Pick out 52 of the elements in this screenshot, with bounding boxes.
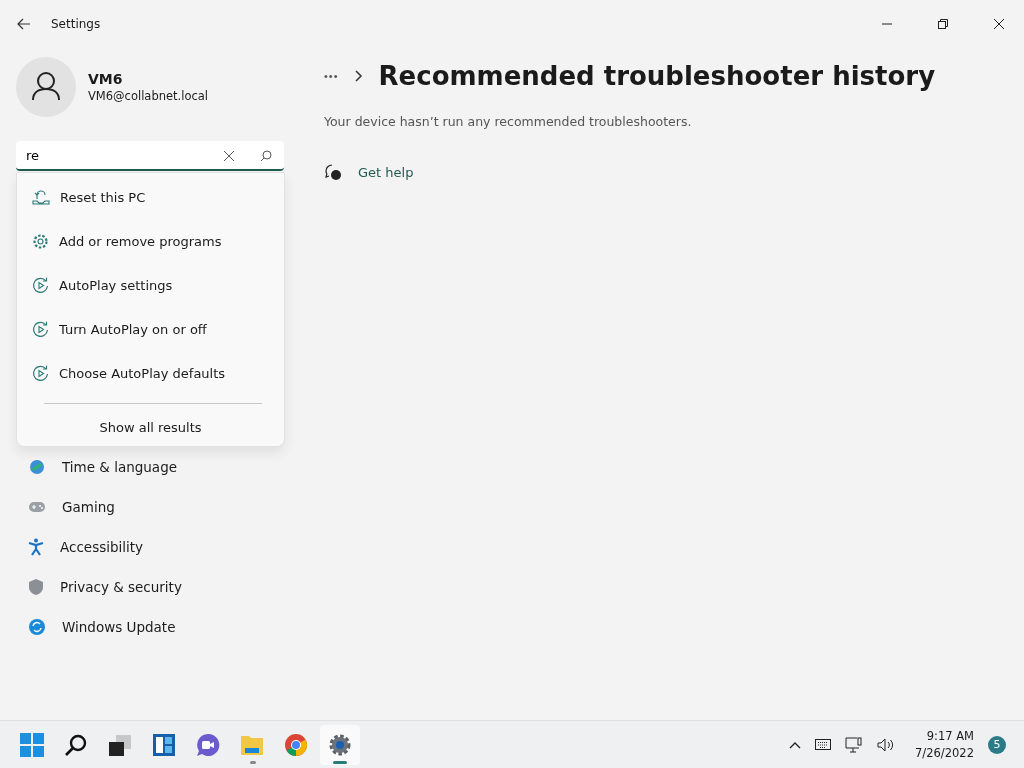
help-icon <box>324 163 342 181</box>
chevron-icon <box>354 70 363 82</box>
update-icon <box>28 618 46 636</box>
close-icon[interactable] <box>994 19 1004 29</box>
taskbar-app[interactable] <box>320 724 360 765</box>
status-message: Your device hasn’t run any recommended troubleshooters. <box>324 114 693 129</box>
get-help-link[interactable]: Get help <box>358 164 414 180</box>
widgets-icon <box>152 732 176 757</box>
nav-item[interactable]: Gaming <box>16 487 300 527</box>
keyboard-icon[interactable] <box>815 739 832 750</box>
network-icon[interactable] <box>845 736 864 753</box>
show-all-results-button[interactable]: Show all results <box>17 410 284 444</box>
search-icon <box>64 732 88 757</box>
browser-icon <box>284 732 308 757</box>
autoplay-icon <box>32 364 49 382</box>
nav-item[interactable]: Privacy & security <box>16 567 300 607</box>
task-view-icon <box>108 732 132 757</box>
chat-icon <box>196 732 220 757</box>
gear-icon <box>32 232 49 250</box>
nav-item[interactable]: Windows Update <box>16 607 300 647</box>
suggestion-item[interactable]: Reset this PC <box>17 175 284 219</box>
clear-icon[interactable] <box>224 151 234 161</box>
windows-logo-icon <box>20 732 44 757</box>
suggestion-item[interactable]: Choose AutoPlay defaults <box>17 351 284 395</box>
user-email: VM6@collabnet.local <box>88 89 209 103</box>
shield-icon <box>28 578 44 596</box>
search-icon[interactable] <box>260 150 272 162</box>
globe-clock-icon <box>28 458 46 476</box>
nav-item[interactable]: Accessibility <box>16 527 300 567</box>
restore-icon[interactable] <box>938 19 948 29</box>
chevron-up-icon[interactable] <box>789 740 802 749</box>
autoplay-icon <box>32 320 49 338</box>
clock-date[interactable]: 7/26/2022 <box>915 746 974 760</box>
gamepad-icon <box>28 500 46 514</box>
suggestion-item[interactable]: Add or remove programs <box>17 219 284 263</box>
more-button[interactable]: ••• <box>324 70 339 82</box>
gear-icon <box>328 732 352 757</box>
user-name: VM6 <box>88 71 124 87</box>
search-field[interactable]: re <box>16 141 284 171</box>
autoplay-icon <box>32 276 49 294</box>
back-icon[interactable] <box>17 18 31 30</box>
reset-icon <box>32 189 50 205</box>
window-title: Settings <box>51 17 101 31</box>
avatar-icon <box>16 57 76 117</box>
page-title: Recommended troubleshooter history <box>378 60 936 93</box>
clock-time[interactable]: 9:17 AM <box>926 729 974 743</box>
nav-item[interactable]: Time & language <box>16 447 300 487</box>
suggestion-item[interactable]: AutoPlay settings <box>17 263 284 307</box>
accessibility-icon <box>28 538 44 556</box>
suggestion-item[interactable]: Turn AutoPlay on or off <box>17 307 284 351</box>
volume-icon[interactable] <box>877 737 896 752</box>
notification-badge[interactable]: 5 <box>988 735 1006 754</box>
